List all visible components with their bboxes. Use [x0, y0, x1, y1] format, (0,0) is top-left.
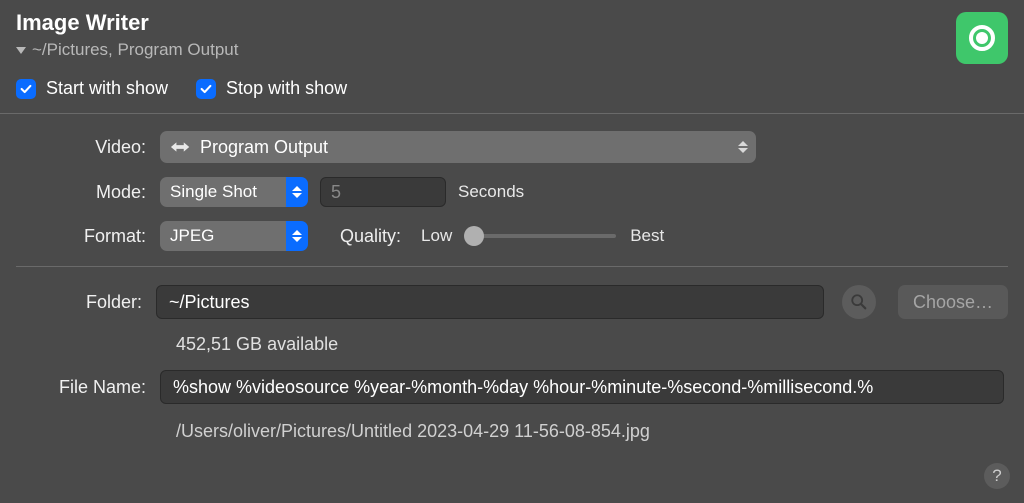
video-label: Video:: [16, 137, 160, 158]
chevron-down-icon: [292, 237, 302, 242]
program-output-icon: [170, 139, 192, 155]
chevron-down-icon: [292, 193, 302, 198]
folder-label: Folder:: [16, 292, 156, 313]
format-label: Format:: [16, 226, 160, 247]
mode-select-value: Single Shot: [170, 182, 257, 202]
mode-label: Mode:: [16, 182, 160, 203]
stop-with-show-checkbox[interactable]: [196, 79, 216, 99]
file-name-preview: /Users/oliver/Pictures/Untitled 2023-04-…: [16, 411, 1008, 442]
chevron-up-icon: [738, 141, 748, 146]
mode-select[interactable]: Single Shot: [160, 177, 298, 207]
panel-subtitle: ~/Pictures, Program Output: [32, 40, 238, 60]
quality-label: Quality:: [340, 226, 401, 247]
chevron-up-icon: [292, 186, 302, 191]
folder-input[interactable]: [156, 285, 824, 319]
chevron-up-icon: [292, 230, 302, 235]
seconds-label: Seconds: [458, 182, 524, 202]
start-with-show-label: Start with show: [46, 78, 168, 99]
file-name-input[interactable]: [160, 370, 1004, 404]
quality-slider[interactable]: [466, 234, 616, 238]
disclosure-row[interactable]: ~/Pictures, Program Output: [16, 40, 238, 60]
reveal-folder-button[interactable]: [842, 285, 876, 319]
divider: [16, 266, 1008, 267]
record-icon: [969, 25, 995, 51]
record-button[interactable]: [956, 12, 1008, 64]
stop-with-show-label: Stop with show: [226, 78, 347, 99]
video-select-value: Program Output: [200, 137, 328, 158]
help-button[interactable]: ?: [984, 463, 1010, 489]
interval-input[interactable]: [320, 177, 446, 207]
chevron-down-icon: [738, 148, 748, 153]
mode-select-stepper[interactable]: [286, 177, 308, 207]
video-select[interactable]: Program Output: [160, 131, 756, 163]
quality-low-label: Low: [421, 226, 452, 246]
format-select[interactable]: JPEG: [160, 221, 298, 251]
available-space-label: 452,51 GB available: [16, 326, 1008, 363]
search-icon: [850, 293, 868, 311]
file-name-label: File Name:: [16, 377, 160, 398]
quality-best-label: Best: [630, 226, 664, 246]
format-select-value: JPEG: [170, 226, 214, 246]
panel-title: Image Writer: [16, 10, 238, 36]
chevron-down-icon: [16, 47, 26, 54]
choose-button[interactable]: Choose…: [898, 285, 1008, 319]
slider-thumb[interactable]: [464, 226, 484, 246]
start-with-show-checkbox[interactable]: [16, 79, 36, 99]
format-select-stepper[interactable]: [286, 221, 308, 251]
